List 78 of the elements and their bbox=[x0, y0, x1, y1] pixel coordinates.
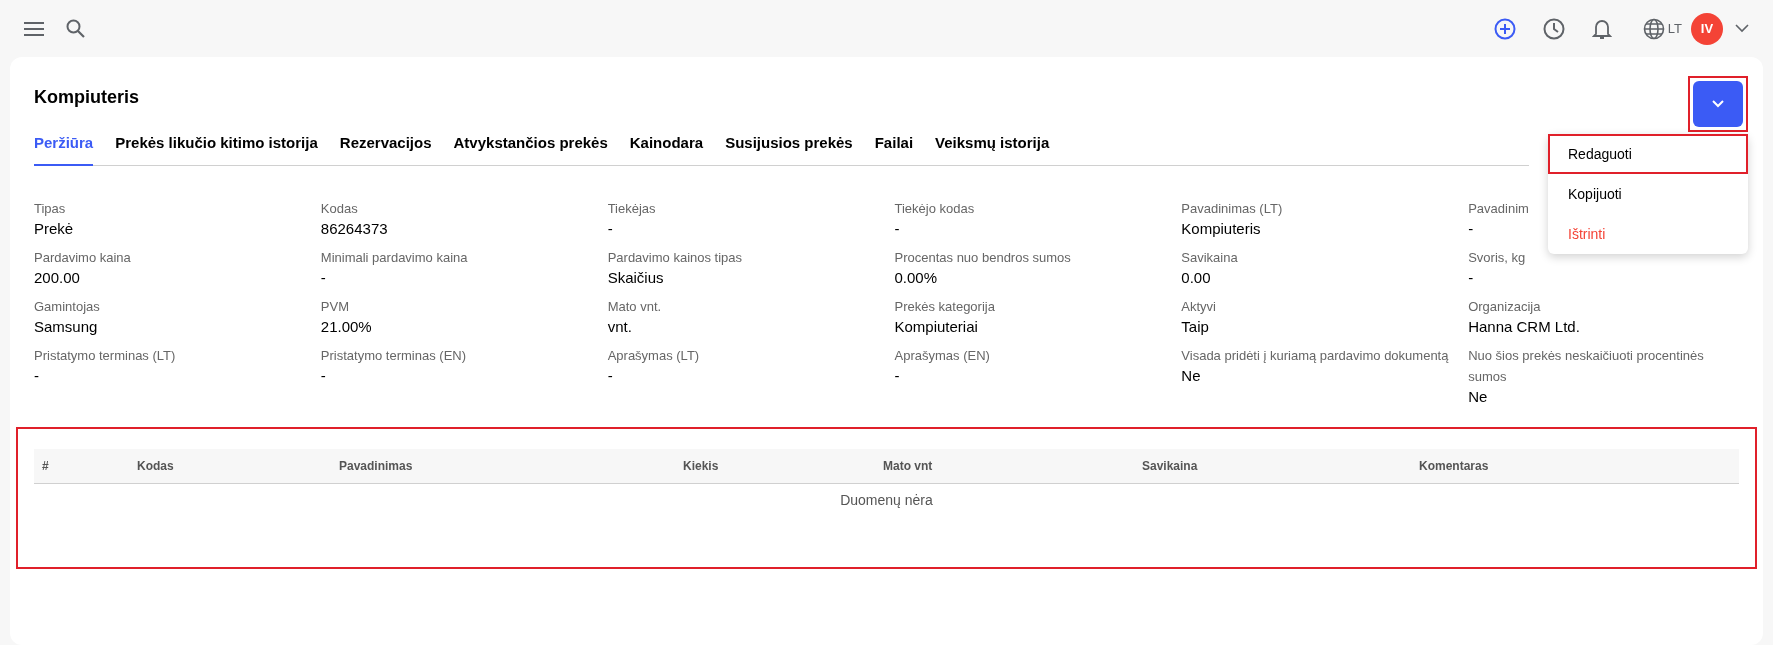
field-value: - bbox=[320, 365, 326, 386]
field-label: Pavadinimas (LT) bbox=[1181, 199, 1283, 218]
column-header: Savikaina bbox=[1141, 457, 1199, 475]
column-header: Pavadinimas bbox=[338, 457, 414, 475]
chevron-down-icon bbox=[1712, 100, 1724, 108]
field-label: Prekės kategorija bbox=[894, 297, 995, 316]
field-label: Svoris, kg bbox=[1468, 248, 1526, 267]
menu-icon[interactable] bbox=[24, 21, 44, 36]
page-title: Kompiuteris bbox=[34, 86, 139, 109]
field-label: Aktyvi bbox=[1181, 297, 1216, 316]
field-label: Pavadinim bbox=[1468, 199, 1529, 218]
field-label: Nuo šios prekės neskaičiuoti procentinės sumos bbox=[1468, 346, 1705, 386]
field-label: Pardavimo kainos tipas bbox=[607, 248, 743, 267]
field-value: Samsung bbox=[34, 316, 98, 337]
tab[interactable]: Failai bbox=[874, 132, 914, 166]
field-label: Kodas bbox=[320, 199, 358, 218]
field-label: Pristatymo terminas (LT) bbox=[34, 346, 176, 365]
chevron-down-icon[interactable] bbox=[1735, 24, 1749, 33]
field-label: Pristatymo terminas (EN) bbox=[320, 346, 467, 365]
clock-icon[interactable] bbox=[1542, 17, 1565, 40]
field-label: Visada pridėti į kuriamą pardavimo dokumentą bbox=[1181, 346, 1449, 365]
field-value: - bbox=[894, 365, 900, 386]
field-label: Gamintojas bbox=[34, 297, 100, 316]
tab[interactable]: Peržiūra bbox=[34, 132, 94, 166]
field-value: 0.00% bbox=[894, 267, 938, 288]
tab[interactable]: Kainodara bbox=[629, 132, 704, 166]
field-label: Tipas bbox=[34, 199, 66, 218]
column-header: Kodas bbox=[136, 457, 175, 475]
tab[interactable]: Veiksmų istorija bbox=[935, 132, 1050, 166]
field-value: Hanna CRM Ltd. bbox=[1468, 316, 1580, 337]
column-header: Mato vnt bbox=[882, 457, 934, 475]
field-label: Savikaina bbox=[1181, 248, 1238, 267]
menu-item[interactable]: Kopijuoti bbox=[1548, 174, 1748, 214]
field-value: - bbox=[34, 365, 39, 386]
language-label[interactable]: LT bbox=[1667, 18, 1682, 39]
column-header: # bbox=[41, 457, 50, 475]
menu-item[interactable]: Redaguoti bbox=[1548, 134, 1748, 174]
empty-message: Duomenų nėra bbox=[839, 490, 934, 510]
field-value: 21.00% bbox=[320, 316, 372, 337]
globe-icon[interactable] bbox=[1642, 17, 1665, 40]
field-value: Ne bbox=[1468, 386, 1488, 407]
user-avatar[interactable]: IV bbox=[1691, 12, 1723, 45]
field-value: Prekė bbox=[34, 218, 74, 239]
field-label: Organizacija bbox=[1468, 297, 1541, 316]
field-value: - bbox=[607, 218, 613, 239]
field-label: Mato vnt. bbox=[607, 297, 662, 316]
column-header: Komentaras bbox=[1418, 457, 1490, 475]
tab[interactable]: Prekės likučio kitimo istorija bbox=[115, 132, 318, 166]
field-value: 86264373 bbox=[320, 218, 388, 239]
column-header: Kiekis bbox=[682, 457, 720, 475]
field-label: Minimali pardavimo kaina bbox=[320, 248, 468, 267]
menu-item[interactable]: Ištrinti bbox=[1548, 214, 1748, 254]
tab[interactable]: Susijusios prekės bbox=[725, 132, 853, 166]
field-value: Kompiuteris bbox=[1181, 218, 1261, 239]
tab[interactable]: Rezervacijos bbox=[339, 132, 432, 166]
field-value: - bbox=[607, 365, 613, 386]
bell-icon[interactable] bbox=[1591, 17, 1612, 40]
field-value: Ne bbox=[1181, 365, 1201, 386]
field-value: - bbox=[1468, 267, 1474, 288]
tab[interactable]: Atvykstančios prekės bbox=[453, 132, 608, 166]
field-value: - bbox=[1468, 218, 1474, 239]
field-label: Tiekėjas bbox=[607, 199, 656, 218]
field-value: Taip bbox=[1181, 316, 1209, 337]
field-value: Skaičius bbox=[607, 267, 664, 288]
field-value: - bbox=[894, 218, 900, 239]
field-label: Tiekėjo kodas bbox=[894, 199, 975, 218]
field-label: Procentas nuo bendros sumos bbox=[894, 248, 1071, 267]
search-icon[interactable] bbox=[66, 19, 85, 38]
field-label: Pardavimo kaina bbox=[34, 248, 131, 267]
field-value: 0.00 bbox=[1181, 267, 1211, 288]
field-label: Aprašymas (EN) bbox=[894, 346, 990, 365]
field-label: Aprašymas (LT) bbox=[607, 346, 700, 365]
field-value: 200.00 bbox=[34, 267, 80, 288]
field-value: - bbox=[320, 267, 326, 288]
add-icon[interactable] bbox=[1493, 17, 1516, 40]
field-label: PVM bbox=[320, 297, 349, 316]
field-value: vnt. bbox=[607, 316, 632, 337]
field-value: Kompiuteriai bbox=[894, 316, 978, 337]
